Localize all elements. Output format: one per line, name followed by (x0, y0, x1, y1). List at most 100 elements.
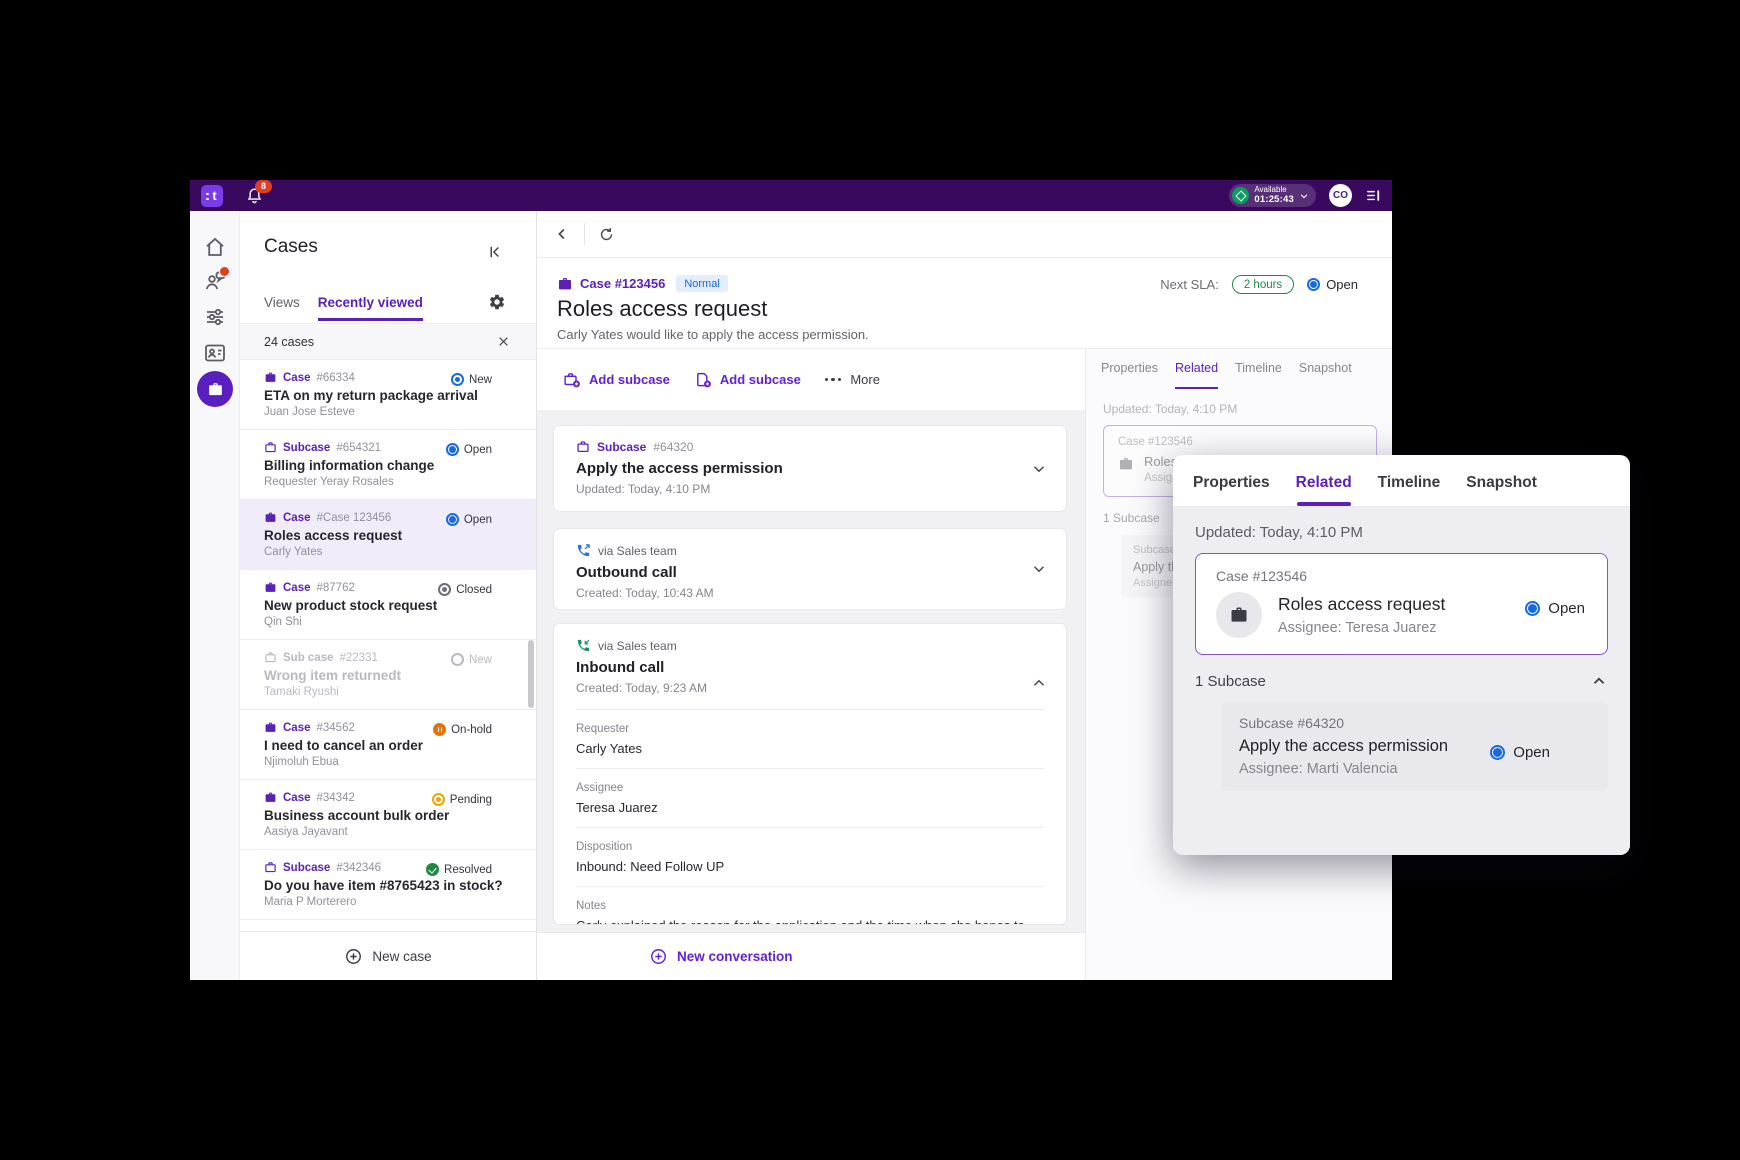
new-conversation-label: New conversation (677, 949, 793, 964)
related-subcase-title: Apply the access permission (1239, 737, 1509, 756)
gear-icon[interactable] (488, 293, 506, 311)
related-subcase-card[interactable]: Subcase #64320 Apply the access permissi… (1221, 702, 1608, 791)
more-button[interactable]: More (825, 372, 880, 387)
collapse-panel-icon[interactable] (486, 243, 504, 261)
outbound-call-card[interactable]: via Sales team Outbound call Created: To… (553, 528, 1067, 610)
tab-timeline[interactable]: Timeline (1235, 361, 1282, 389)
case-title: ETA on my return package arrival (264, 388, 492, 403)
available-status-icon (1232, 187, 1249, 204)
close-icon[interactable] (497, 335, 510, 348)
app-nav-rail (190, 211, 240, 980)
tab-related[interactable]: Related (1175, 361, 1218, 389)
case-title: Billing information change (264, 458, 492, 473)
case-type: Sub case (283, 652, 334, 664)
related-case-assignee: Assignee: Teresa Juarez (1278, 620, 1445, 636)
related-panel-overlay: Properties Related Timeline Snapshot Upd… (1173, 455, 1630, 855)
cases-panel: Cases Views Recently viewed 24 cases Cas… (240, 211, 537, 980)
notifications-button[interactable]: 8 (245, 186, 265, 206)
tab-recently-viewed[interactable]: Recently viewed (318, 295, 423, 321)
chevron-up-icon[interactable] (1590, 672, 1608, 690)
case-list-item[interactable]: Subcase#654321 Billing information chang… (240, 430, 536, 500)
tab-timeline[interactable]: Timeline (1378, 474, 1441, 506)
outbound-call-title: Outbound call (576, 564, 1044, 581)
agents-icon[interactable] (203, 269, 227, 293)
outbound-call-meta: Created: Today, 10:43 AM (576, 586, 1044, 600)
case-subtitle: Aasiya Jayavant (264, 826, 492, 838)
field-value: Carly explained the reason for the appli… (576, 918, 1044, 925)
inbound-call-meta: Created: Today, 9:23 AM (576, 681, 1044, 695)
status-label: Open (464, 444, 492, 456)
inbound-call-title: Inbound call (576, 659, 1044, 676)
chevron-up-icon[interactable] (1030, 674, 1048, 692)
cases-count-label: 24 cases (264, 335, 314, 349)
ellipsis-icon (825, 378, 842, 382)
case-type: Case (283, 582, 311, 594)
cases-briefcase-icon (207, 381, 224, 398)
cases-nav-active[interactable] (197, 371, 233, 407)
case-type: Subcase (283, 442, 330, 454)
case-status[interactable]: Open (1307, 277, 1358, 292)
tab-properties[interactable]: Properties (1101, 361, 1158, 389)
case-icon (264, 791, 277, 804)
case-list-item[interactable]: Case#34562 I need to cancel an order Nji… (240, 710, 536, 780)
case-id: #Case 123456 (317, 512, 392, 524)
add-subcase-doc-button[interactable]: Add subcase (694, 371, 801, 389)
status-closed-icon (438, 583, 451, 596)
sla-value-pill: 2 hours (1232, 275, 1294, 294)
new-case-button[interactable]: New case (240, 931, 536, 980)
new-conversation-button[interactable]: New conversation (537, 932, 1085, 980)
talkdesk-logo[interactable]: t (201, 185, 223, 207)
status-open-icon (446, 443, 459, 456)
tab-properties[interactable]: Properties (1193, 474, 1270, 506)
case-title: Roles access request (264, 528, 492, 543)
tab-related[interactable]: Related (1296, 474, 1352, 506)
user-avatar[interactable]: CO (1329, 184, 1352, 207)
status-label: Closed (456, 584, 492, 596)
back-icon[interactable] (553, 225, 571, 243)
case-icon (264, 511, 277, 524)
status-label: Pending (450, 794, 492, 806)
case-list-item-disabled[interactable]: Sub case#22331 Wrong item returnedt Tama… (240, 640, 536, 710)
case-list-item[interactable]: Subcase#342346 Do you have item #8765423… (240, 850, 536, 920)
case-number: Case #123456 (580, 276, 665, 291)
add-subcase-button[interactable]: Add subcase (563, 371, 670, 389)
toolbar-divider (584, 223, 585, 245)
contacts-icon[interactable] (203, 341, 227, 365)
field-label: Notes (576, 900, 1044, 912)
field-label: Requester (576, 723, 1044, 735)
tab-snapshot[interactable]: Snapshot (1299, 361, 1352, 389)
new-case-label: New case (372, 949, 431, 964)
more-label: More (850, 372, 880, 387)
chevron-down-icon[interactable] (1030, 460, 1048, 478)
case-avatar (1216, 592, 1262, 638)
status-open-icon (446, 513, 459, 526)
case-actions-bar: Add subcase Add subcase More (537, 349, 1085, 410)
tab-snapshot[interactable]: Snapshot (1466, 474, 1537, 506)
status-label: Open (1548, 600, 1585, 617)
presence-status-button[interactable]: Available 01:25:43 (1229, 184, 1316, 207)
case-list-item-selected[interactable]: Case#Case 123456 Roles access request Ca… (240, 500, 536, 570)
subcase-card[interactable]: Subcase #64320 Apply the access permissi… (553, 425, 1067, 512)
subcase-icon (264, 651, 277, 664)
related-case-card[interactable]: Case #123546 Roles access request Assign… (1195, 553, 1608, 655)
inbound-call-icon (576, 638, 591, 653)
case-title: New product stock request (264, 598, 492, 613)
scrollbar-thumb[interactable] (528, 640, 534, 708)
chevron-down-icon[interactable] (1030, 560, 1048, 578)
panel-toggle-icon[interactable] (1365, 187, 1382, 204)
inbound-call-card[interactable]: via Sales team Inbound call Created: Tod… (553, 623, 1067, 925)
outbound-call-icon (576, 543, 591, 558)
refresh-icon[interactable] (598, 226, 615, 243)
case-id: #34342 (317, 792, 355, 804)
case-nav-toolbar (537, 211, 1392, 258)
status-open-icon (1490, 745, 1505, 760)
case-list-item[interactable]: Case#34342 Business account bulk order A… (240, 780, 536, 850)
home-icon[interactable] (203, 235, 227, 259)
case-list-item[interactable]: Case#66334 ETA on my return package arri… (240, 360, 536, 430)
tab-views[interactable]: Views (264, 295, 300, 321)
cases-tabs: Views Recently viewed (264, 295, 423, 321)
case-list-item[interactable]: Case#87762 New product stock request Qin… (240, 570, 536, 640)
workflow-icon[interactable] (203, 305, 227, 329)
apps-grid-button[interactable] (205, 944, 225, 964)
presence-timer: 01:25:43 (1254, 195, 1294, 205)
